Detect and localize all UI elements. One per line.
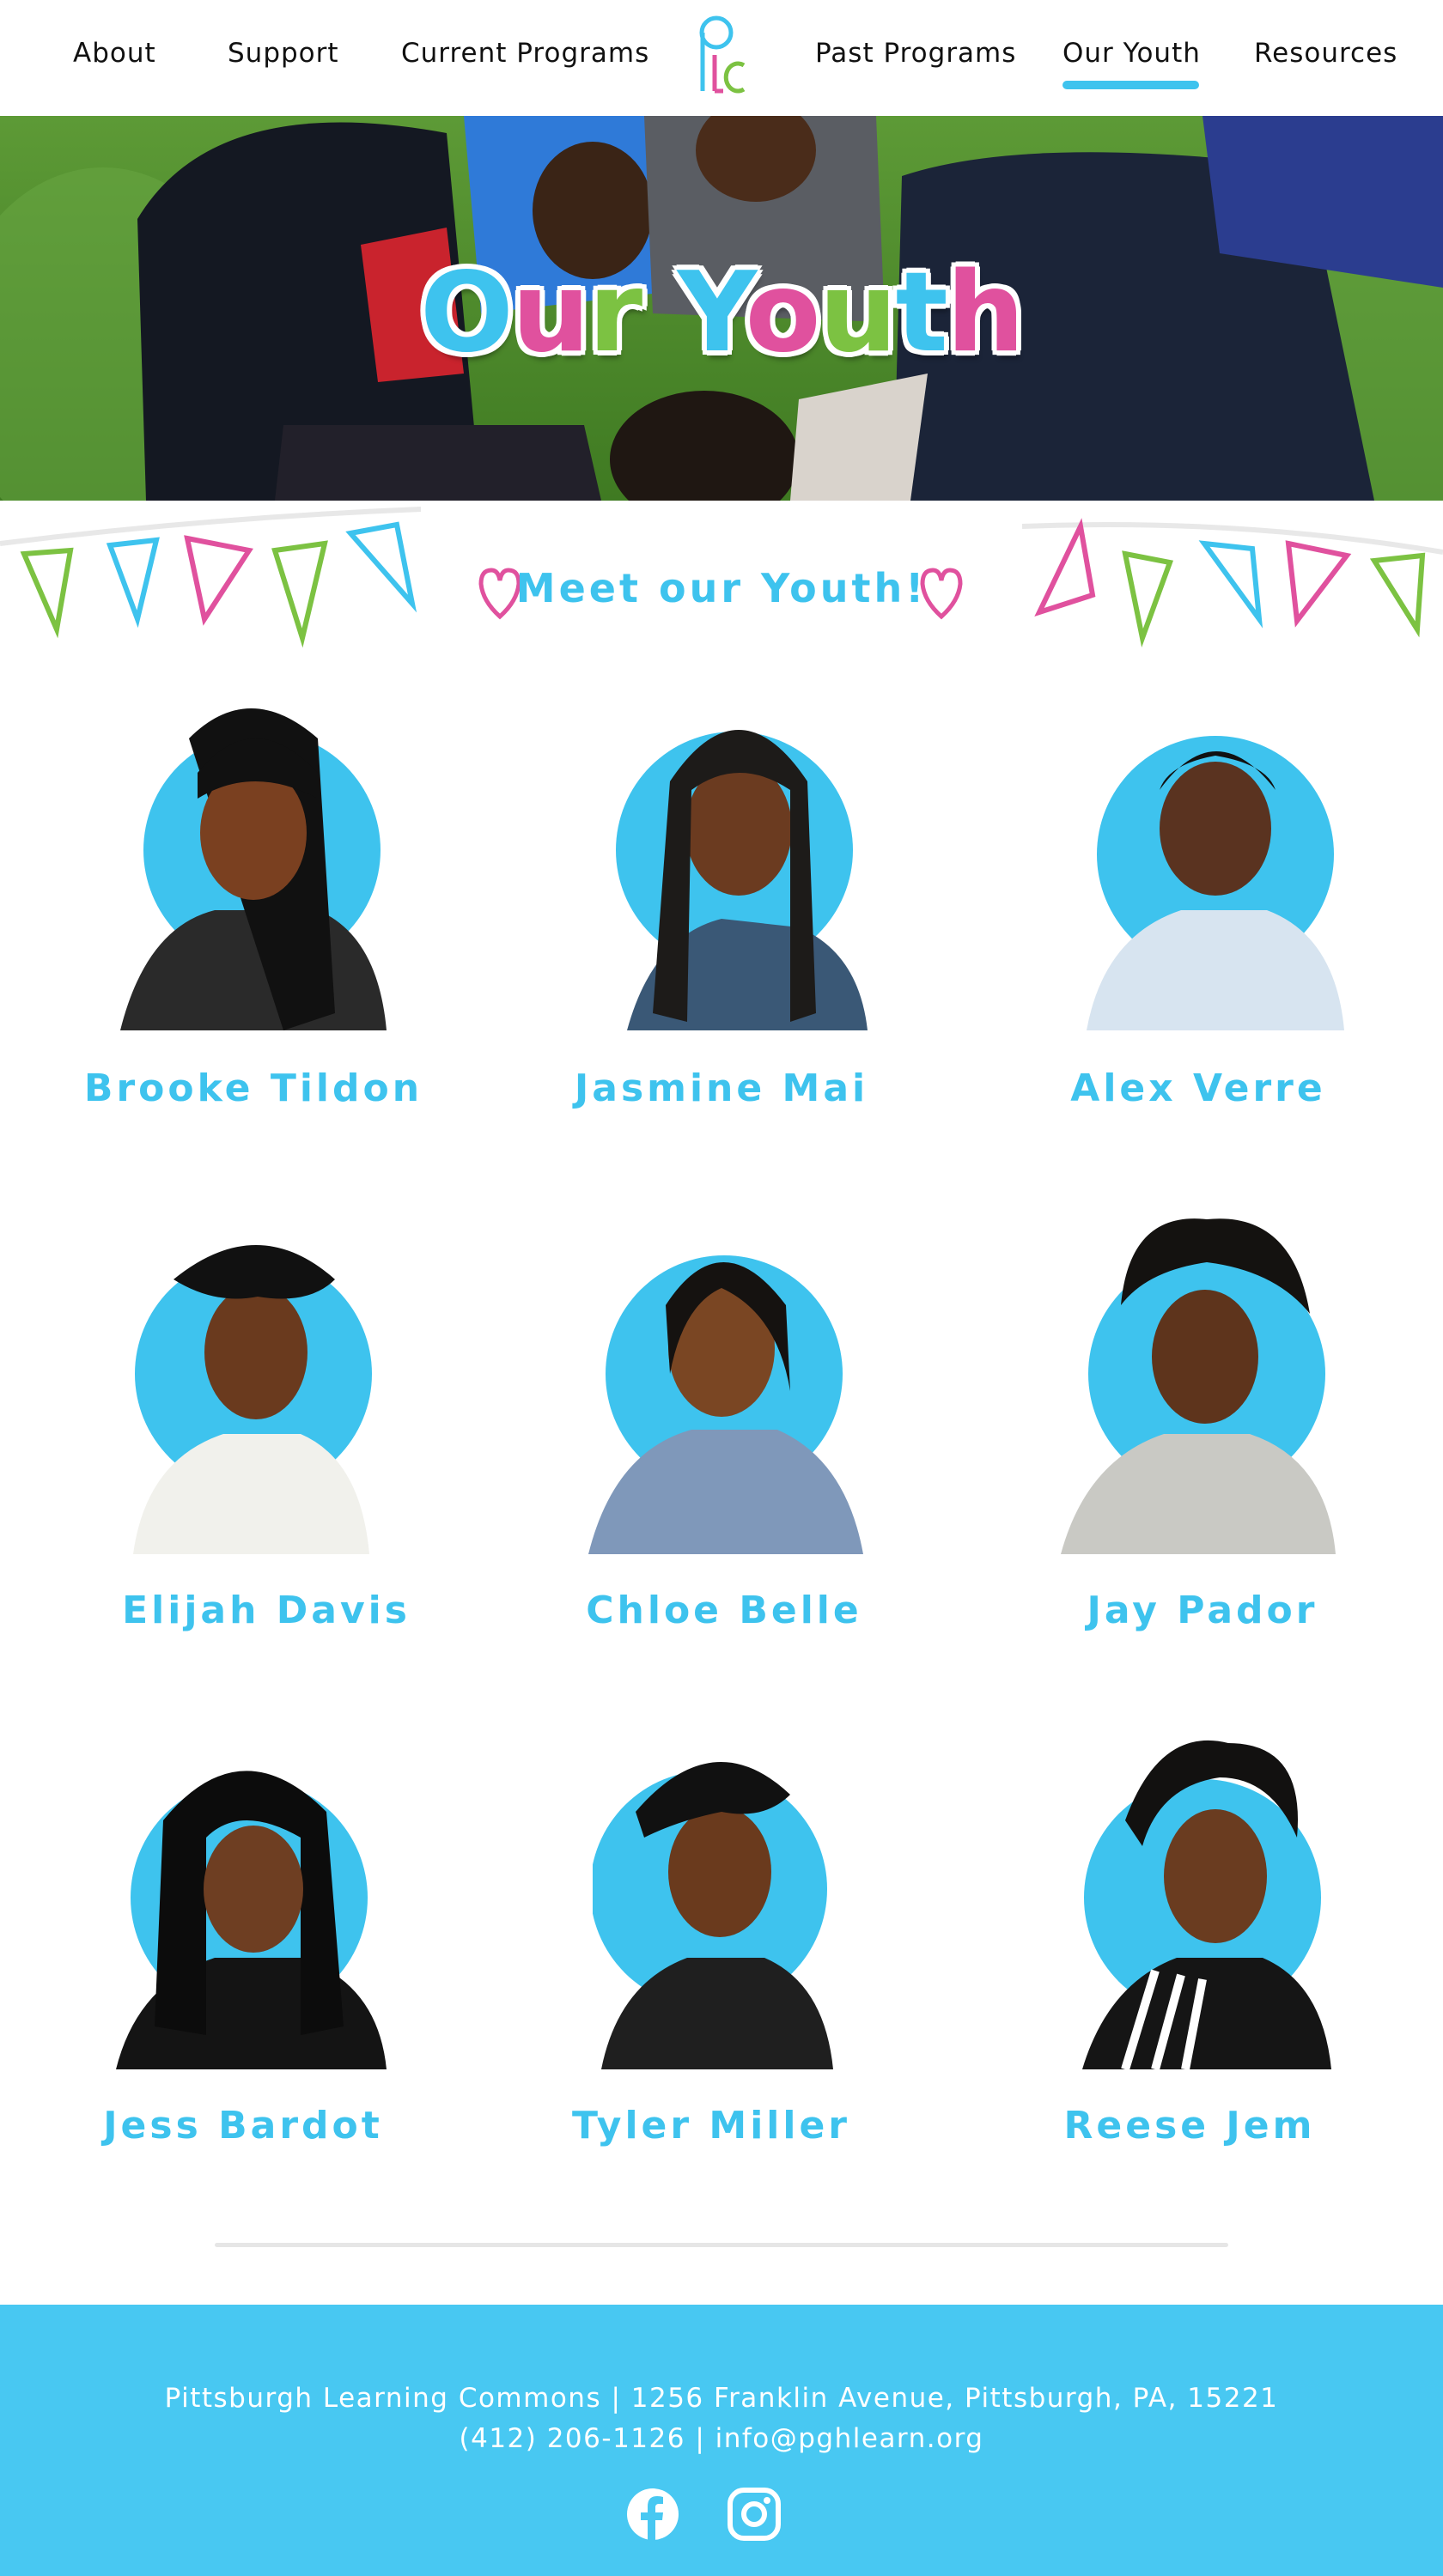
section-divider [215,2243,1228,2247]
footer-address: Pittsburgh Learning Commons | 1256 Frank… [164,2383,1279,2414]
youth-portrait [1087,736,1344,1030]
facebook-icon[interactable] [626,2488,679,2541]
hero-title: Our Youth [420,249,1025,377]
youth-name: Chloe Belle [586,1589,862,1632]
youth-portrait [616,730,868,1030]
instagram-icon[interactable] [728,2488,781,2541]
nav-support[interactable]: Support [228,38,339,69]
section-title: Meet our Youth! [515,565,928,611]
youth-name: Alex Verre [1070,1066,1326,1110]
youth-portrait [593,1761,833,2069]
youth-portrait [1061,1218,1336,1554]
youth-name: Reese Jem [1063,2104,1316,2148]
nav-past-programs[interactable]: Past Programs [815,38,1016,69]
top-navigation: About Support Current Programs Past Prog… [0,0,1443,116]
youth-portrait [116,1771,387,2069]
youth-name: Elijah Davis [122,1589,411,1632]
youth-portrait [588,1255,863,1554]
nav-our-youth[interactable]: Our Youth [1062,38,1201,69]
plc-logo[interactable] [694,12,747,98]
youth-name: Jasmine Mai [574,1066,869,1110]
youth-name: Jay Pador [1087,1589,1318,1632]
youth-portrait [133,1245,372,1554]
nav-current-programs[interactable]: Current Programs [401,38,649,69]
youth-portrait [120,708,387,1030]
nav-about[interactable]: About [73,38,156,69]
youth-name: Brooke Tildon [83,1066,423,1110]
active-nav-indicator [1062,81,1199,89]
heart-icon [920,568,963,620]
youth-portrait [1082,1740,1331,2069]
youth-name: Tyler Miller [572,2104,850,2148]
youth-name: Jess Bardot [103,2104,383,2148]
nav-resources[interactable]: Resources [1254,38,1397,69]
hero-banner: Our Youth [0,116,1443,501]
footer-contact: (412) 206-1126 | info@pghlearn.org [459,2423,984,2454]
